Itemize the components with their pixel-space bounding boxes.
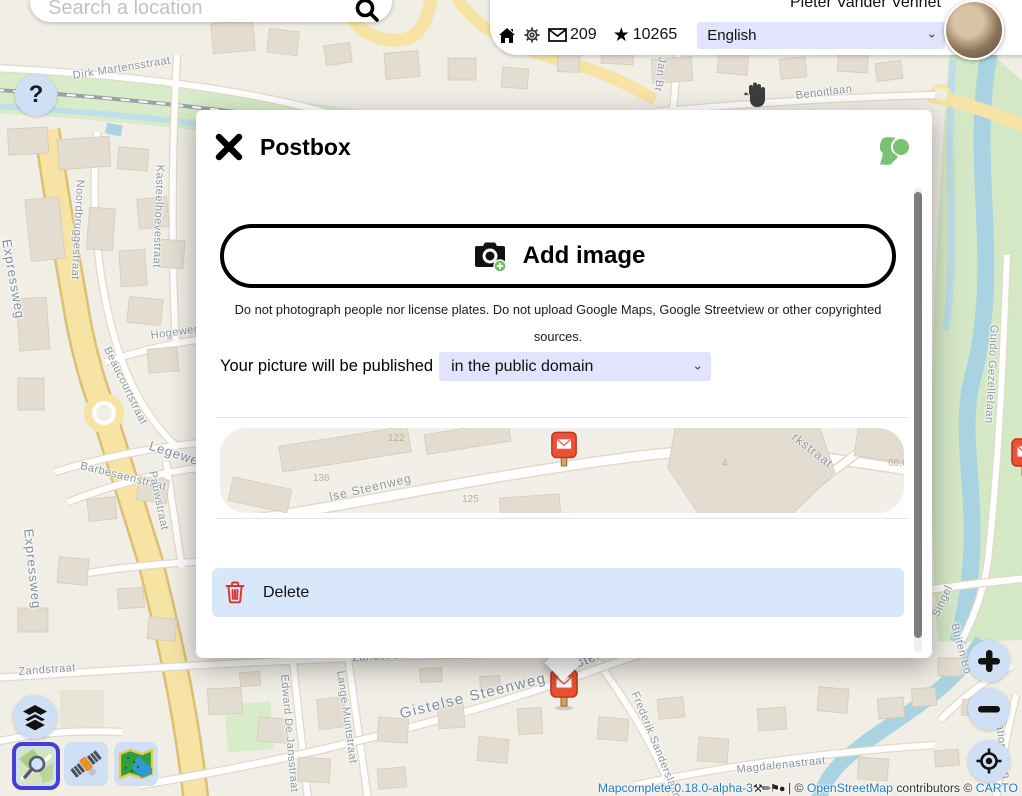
- user-panel: Pieter Vander Vennet: [490, 0, 1022, 55]
- house-number: 125: [462, 494, 479, 505]
- osm-style-icon: [19, 749, 53, 783]
- star-icon: ★: [613, 24, 630, 47]
- home-icon[interactable]: [498, 27, 516, 44]
- dialog-title: Postbox: [260, 134, 351, 161]
- delete-label: Delete: [263, 584, 309, 602]
- attribution-divider: |: [788, 781, 791, 795]
- satellite-style-icon: [69, 747, 103, 781]
- add-image-label: Add image: [523, 242, 646, 270]
- license-row: Your picture will be published in the pu…: [220, 352, 711, 381]
- messages-count: 209: [570, 26, 597, 44]
- copyright-symbol: ©: [963, 781, 972, 795]
- postbox-marker-icon[interactable]: [1010, 438, 1022, 480]
- zoom-out-button[interactable]: [968, 688, 1010, 730]
- scrollbar-thumb[interactable]: [914, 192, 922, 638]
- geolocate-button[interactable]: [968, 740, 1010, 782]
- license-select[interactable]: in the public domain: [439, 352, 711, 381]
- map-style-satellite-button[interactable]: [64, 742, 108, 786]
- search-icon[interactable]: [354, 0, 380, 22]
- house-number: 66;6: [888, 458, 904, 469]
- geolocate-icon: [975, 747, 1003, 775]
- map-style-green-button[interactable]: [114, 742, 158, 786]
- add-image-button[interactable]: Add image: [220, 224, 896, 288]
- username: Pieter Vander Vennet: [790, 0, 941, 12]
- license-label: Your picture will be published: [220, 357, 433, 376]
- dialog-scrollbar[interactable]: [914, 188, 922, 652]
- plus-icon: [976, 648, 1002, 674]
- image-policy-text: Do not photograph people nor license pla…: [224, 296, 892, 350]
- layers-button[interactable]: [13, 695, 57, 739]
- osm-link[interactable]: OpenStreetMap: [807, 781, 893, 795]
- envelope-icon[interactable]: [548, 28, 567, 42]
- close-icon[interactable]: [214, 132, 244, 162]
- map-style-osm-button[interactable]: [12, 742, 60, 790]
- trash-icon: [225, 581, 245, 604]
- changes-count: 10265: [633, 26, 678, 44]
- delete-button[interactable]: Delete: [212, 568, 904, 617]
- attribution-bar: Mapcomplete 0.18.0-alpha-3⚒✏⚑● | © OpenS…: [598, 781, 1018, 795]
- house-number: 136: [313, 473, 330, 484]
- contributors-text: contributors: [896, 781, 960, 795]
- divider: [216, 417, 908, 418]
- green-map-style-icon: [118, 748, 154, 780]
- minus-icon: [976, 696, 1002, 722]
- search-input[interactable]: [30, 0, 354, 22]
- zoom-in-button[interactable]: [968, 640, 1010, 682]
- gear-icon[interactable]: [524, 27, 540, 43]
- camera-icon: [471, 239, 509, 273]
- location-minimap[interactable]: 122 136 125 4 66;6 lse Steenweg rkstraat: [220, 428, 904, 513]
- search-bar: [30, 0, 392, 22]
- mapcomplete-app: Dirk Martensstraat Jan Br Benoitlaan Exp…: [0, 0, 1022, 796]
- help-button[interactable]: ?: [15, 74, 57, 116]
- avatar[interactable]: [944, 0, 1004, 60]
- house-number: 122: [388, 433, 405, 444]
- layers-icon: [21, 703, 49, 731]
- language-select[interactable]: English: [697, 22, 945, 49]
- hand-cursor-icon: [744, 80, 770, 108]
- divider: [216, 518, 908, 519]
- house-number: 4: [722, 458, 728, 469]
- attribution-badge-icons: ⚒✏⚑●: [753, 783, 785, 795]
- carto-link[interactable]: CARTO: [976, 781, 1018, 795]
- mapcomplete-logo-icon: [876, 133, 914, 171]
- postbox-marker-icon: [550, 431, 578, 471]
- postbox-dialog: Postbox Add image Do not photograph peop…: [196, 110, 932, 658]
- copyright-symbol: ©: [795, 781, 804, 795]
- mapcomplete-version-link[interactable]: Mapcomplete 0.18.0-alpha-3: [598, 781, 753, 795]
